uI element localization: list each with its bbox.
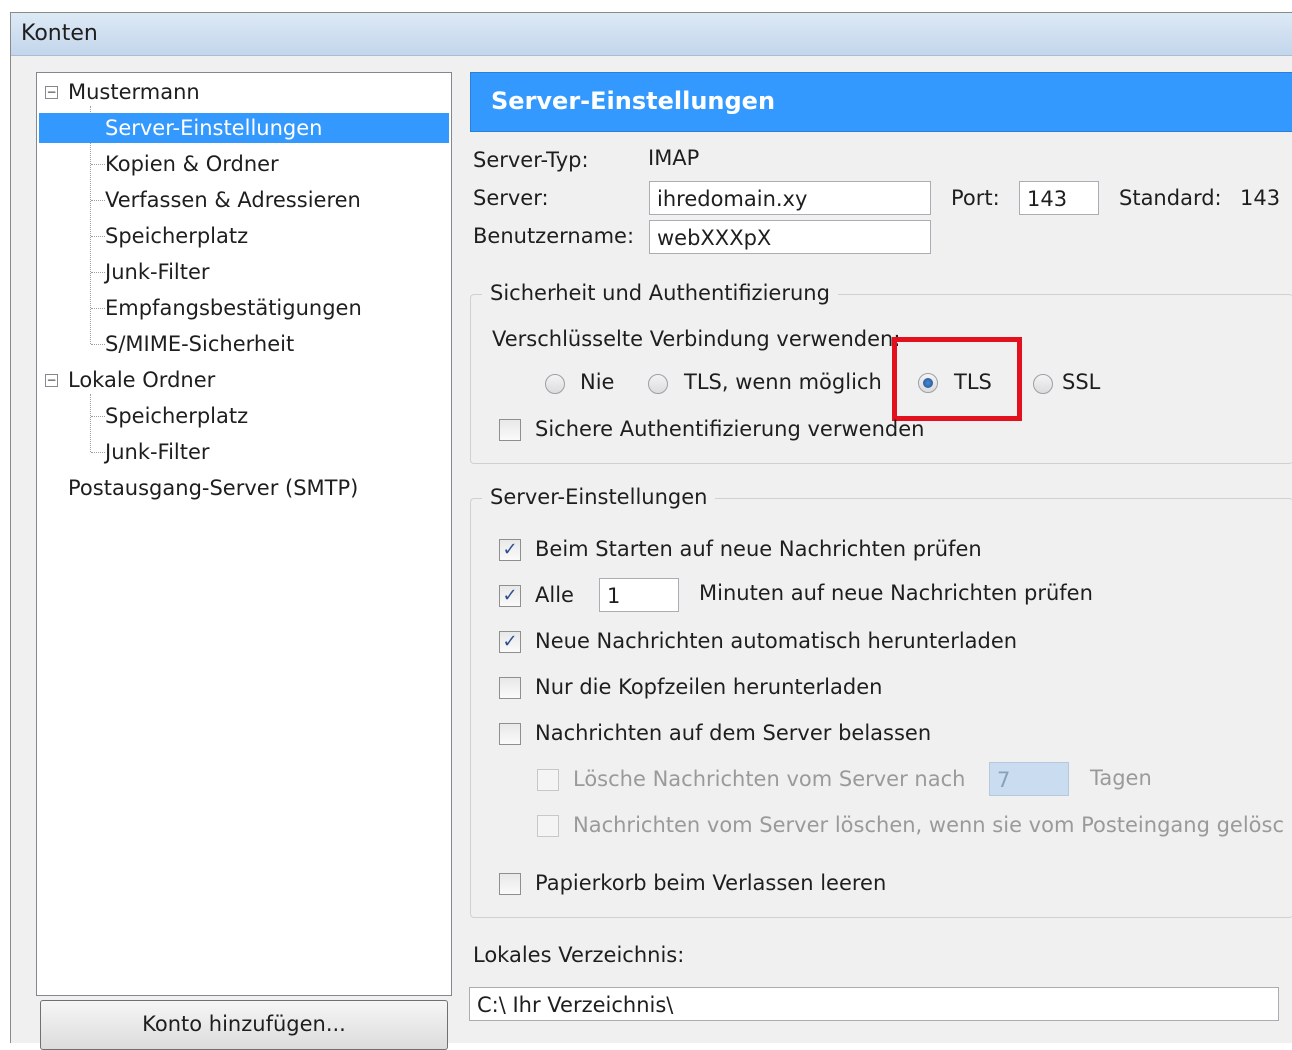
tree-guide-line <box>91 236 105 237</box>
tree-item-smime[interactable]: S/MIME-Sicherheit <box>105 329 294 359</box>
leave-on-server-checkbox[interactable] <box>499 723 521 745</box>
title-bar: Konten <box>11 13 1292 56</box>
tree-item-server-settings[interactable]: Server-Einstellungen <box>39 113 449 143</box>
server-type-label: Server-Typ: <box>473 148 589 172</box>
tree-item-smtp[interactable]: Postausgang-Server (SMTP) <box>68 473 358 503</box>
secure-auth-label[interactable]: Sichere Authentifizierung verwenden <box>535 417 924 441</box>
panel-header: Server-Einstellungen <box>470 72 1292 132</box>
delete-after-checkbox[interactable] <box>537 769 559 791</box>
radio-tls-if-possible-label[interactable]: TLS, wenn möglich <box>684 370 882 394</box>
radio-ssl[interactable] <box>1033 374 1053 394</box>
radio-never-label[interactable]: Nie <box>580 370 614 394</box>
radio-ssl-label[interactable]: SSL <box>1062 370 1100 394</box>
panel-title: Server-Einstellungen <box>491 87 776 115</box>
check-on-start-label[interactable]: Beim Starten auf neue Nachrichten prüfen <box>535 537 982 561</box>
tree-account-local-folders[interactable]: Lokale Ordner <box>68 365 215 395</box>
leave-on-server-label[interactable]: Nachrichten auf dem Server belassen <box>535 721 931 745</box>
tree-guide-line <box>91 272 105 273</box>
server-settings-legend: Server-Einstellungen <box>482 485 716 509</box>
tree-item-junk-filter[interactable]: Junk-Filter <box>105 257 210 287</box>
delete-when-removed-checkbox[interactable] <box>537 815 559 837</box>
username-label: Benutzername: <box>473 224 635 248</box>
days-label: Tagen <box>1090 766 1152 790</box>
auto-download-label[interactable]: Neue Nachrichten automatisch herunterlad… <box>535 629 1017 653</box>
local-dir-label: Lokales Verzeichnis: <box>473 943 685 967</box>
port-input[interactable]: 143 <box>1019 181 1099 215</box>
headers-only-checkbox[interactable] <box>499 677 521 699</box>
tree-account-mustermann[interactable]: Mustermann <box>68 77 200 107</box>
tree-item-local-storage[interactable]: Speicherplatz <box>105 401 248 431</box>
standard-value: 143 <box>1240 186 1281 210</box>
standard-label: Standard: <box>1119 186 1222 210</box>
tree-item-copies-folders[interactable]: Kopien & Ordner <box>105 149 279 179</box>
tree-guide-line <box>90 394 91 452</box>
tree-item-label: Server-Einstellungen <box>105 116 323 140</box>
encrypted-connection-label: Verschlüsselte Verbindung verwenden: <box>492 327 901 351</box>
delete-days-input[interactable]: 7 <box>989 762 1069 796</box>
minutes-label: Minuten auf neue Nachrichten prüfen <box>699 581 1093 605</box>
tree-guide-line <box>91 200 105 201</box>
tree-guide-line <box>91 164 105 165</box>
highlight-box <box>892 337 1022 421</box>
tree-guide-line <box>91 452 105 453</box>
tree-item-receipts[interactable]: Empfangsbestätigungen <box>105 293 362 323</box>
check-every-checkbox[interactable]: ✓ <box>499 585 521 607</box>
server-settings-group <box>470 498 1292 918</box>
radio-never[interactable] <box>545 374 565 394</box>
headers-only-label[interactable]: Nur die Kopfzeilen herunterladen <box>535 675 882 699</box>
account-tree[interactable]: − Mustermann Server-Einstellungen Kopien… <box>36 72 452 996</box>
radio-tls-if-possible[interactable] <box>648 374 668 394</box>
minutes-input[interactable]: 1 <box>599 578 679 612</box>
secure-auth-checkbox[interactable] <box>499 419 521 441</box>
local-dir-input[interactable]: C:\ Ihr Verzeichnis\ <box>469 987 1279 1021</box>
tree-guide-line <box>91 416 105 417</box>
server-input[interactable]: ihredomain.xy <box>649 181 931 215</box>
window-title: Konten <box>21 21 98 46</box>
username-input[interactable]: webXXXpX <box>649 220 931 254</box>
tree-item-local-junk[interactable]: Junk-Filter <box>105 437 210 467</box>
auto-download-checkbox[interactable]: ✓ <box>499 631 521 653</box>
tree-guide-line <box>91 344 105 345</box>
tree-guide-line <box>91 308 105 309</box>
check-every-label[interactable]: Alle <box>535 583 574 607</box>
empty-trash-label[interactable]: Papierkorb beim Verlassen leeren <box>535 871 886 895</box>
server-label: Server: <box>473 186 549 210</box>
empty-trash-checkbox[interactable] <box>499 873 521 895</box>
server-type-value: IMAP <box>648 146 700 170</box>
tree-item-storage[interactable]: Speicherplatz <box>105 221 248 251</box>
check-on-start-checkbox[interactable]: ✓ <box>499 539 521 561</box>
add-account-button[interactable]: Konto hinzufügen... <box>40 1000 448 1050</box>
collapse-icon[interactable]: − <box>45 374 58 387</box>
tree-item-composition[interactable]: Verfassen & Adressieren <box>105 185 361 215</box>
security-legend: Sicherheit und Authentifizierung <box>482 281 838 305</box>
delete-when-removed-label: Nachrichten vom Server löschen, wenn sie… <box>573 813 1283 837</box>
delete-after-label: Lösche Nachrichten vom Server nach <box>573 767 966 791</box>
port-label: Port: <box>951 186 1000 210</box>
collapse-icon[interactable]: − <box>45 86 58 99</box>
